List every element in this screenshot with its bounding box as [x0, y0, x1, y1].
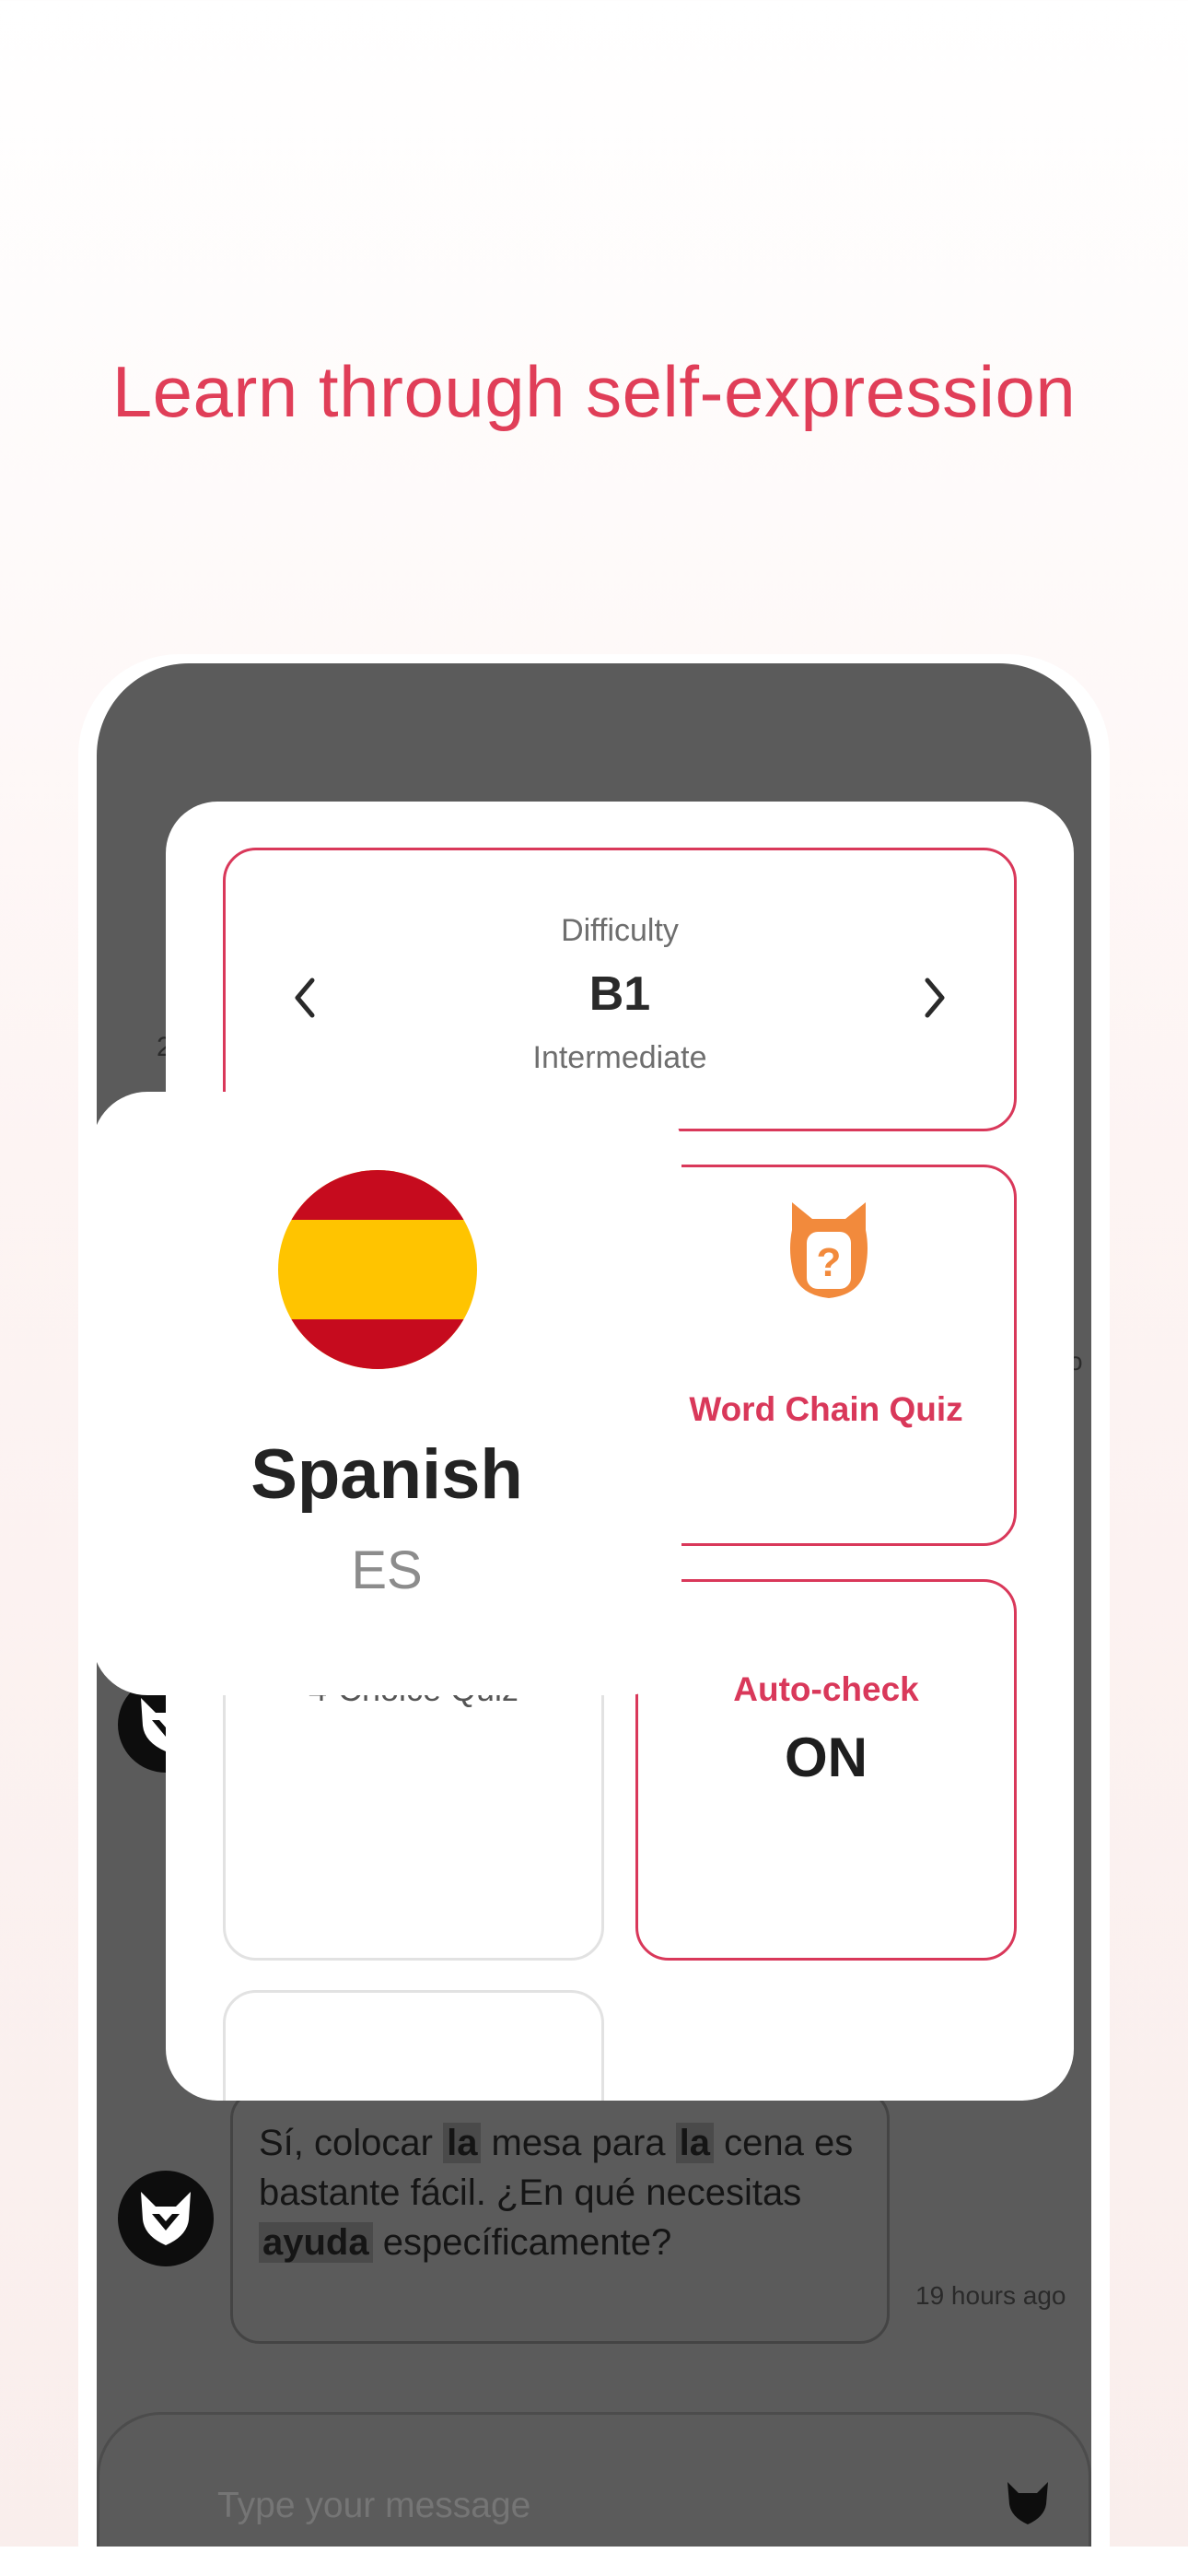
difficulty-name: Intermediate [532, 1040, 707, 1075]
message-input[interactable] [217, 2478, 862, 2534]
message-text: mesa para [481, 2123, 676, 2163]
headline: Learn through self-expression [111, 351, 1077, 432]
chevron-left-icon[interactable] [277, 961, 332, 1035]
message-text: Sí, colocar [259, 2123, 444, 2163]
fox-send-icon[interactable] [1004, 2478, 1052, 2526]
auto-check-value: ON [785, 1727, 868, 1788]
spain-flag-icon [278, 1170, 477, 1369]
auto-check-label: Auto-check [733, 1670, 919, 1708]
assistant-message-bubble: Sí, colocar la mesa para la cena es bast… [230, 2090, 890, 2344]
word-chain-quiz-label: Word Chain Quiz [689, 1390, 963, 1428]
fox-avatar-icon [118, 2171, 214, 2266]
word-chain-quiz-button[interactable]: ? Word Chain Quiz [635, 1165, 1017, 1546]
auto-check-toggle[interactable]: Auto-check ON [635, 1579, 1017, 1961]
message-text: específicamente? [372, 2222, 672, 2263]
difficulty-selector: Difficulty B1 Intermediate [223, 848, 1017, 1131]
chevron-right-icon[interactable] [907, 961, 962, 1035]
svg-text:?: ? [817, 1240, 842, 1285]
language-card[interactable]: Spanish ES [92, 1092, 681, 1695]
highlighted-word[interactable]: la [443, 2123, 482, 2163]
difficulty-level: B1 [588, 967, 651, 1021]
message-timestamp: 19 hours ago [915, 2281, 1066, 2310]
highlighted-word[interactable]: ayuda [259, 2222, 373, 2263]
bottom-edge [0, 2547, 1188, 2576]
language-code: ES [351, 1540, 423, 1600]
highlighted-word[interactable]: la [675, 2123, 715, 2163]
quiz-option-card[interactable] [223, 1990, 604, 2101]
difficulty-label: Difficulty [561, 913, 679, 948]
cat-question-icon: ? [790, 1202, 868, 1298]
language-name: Spanish [250, 1435, 523, 1514]
